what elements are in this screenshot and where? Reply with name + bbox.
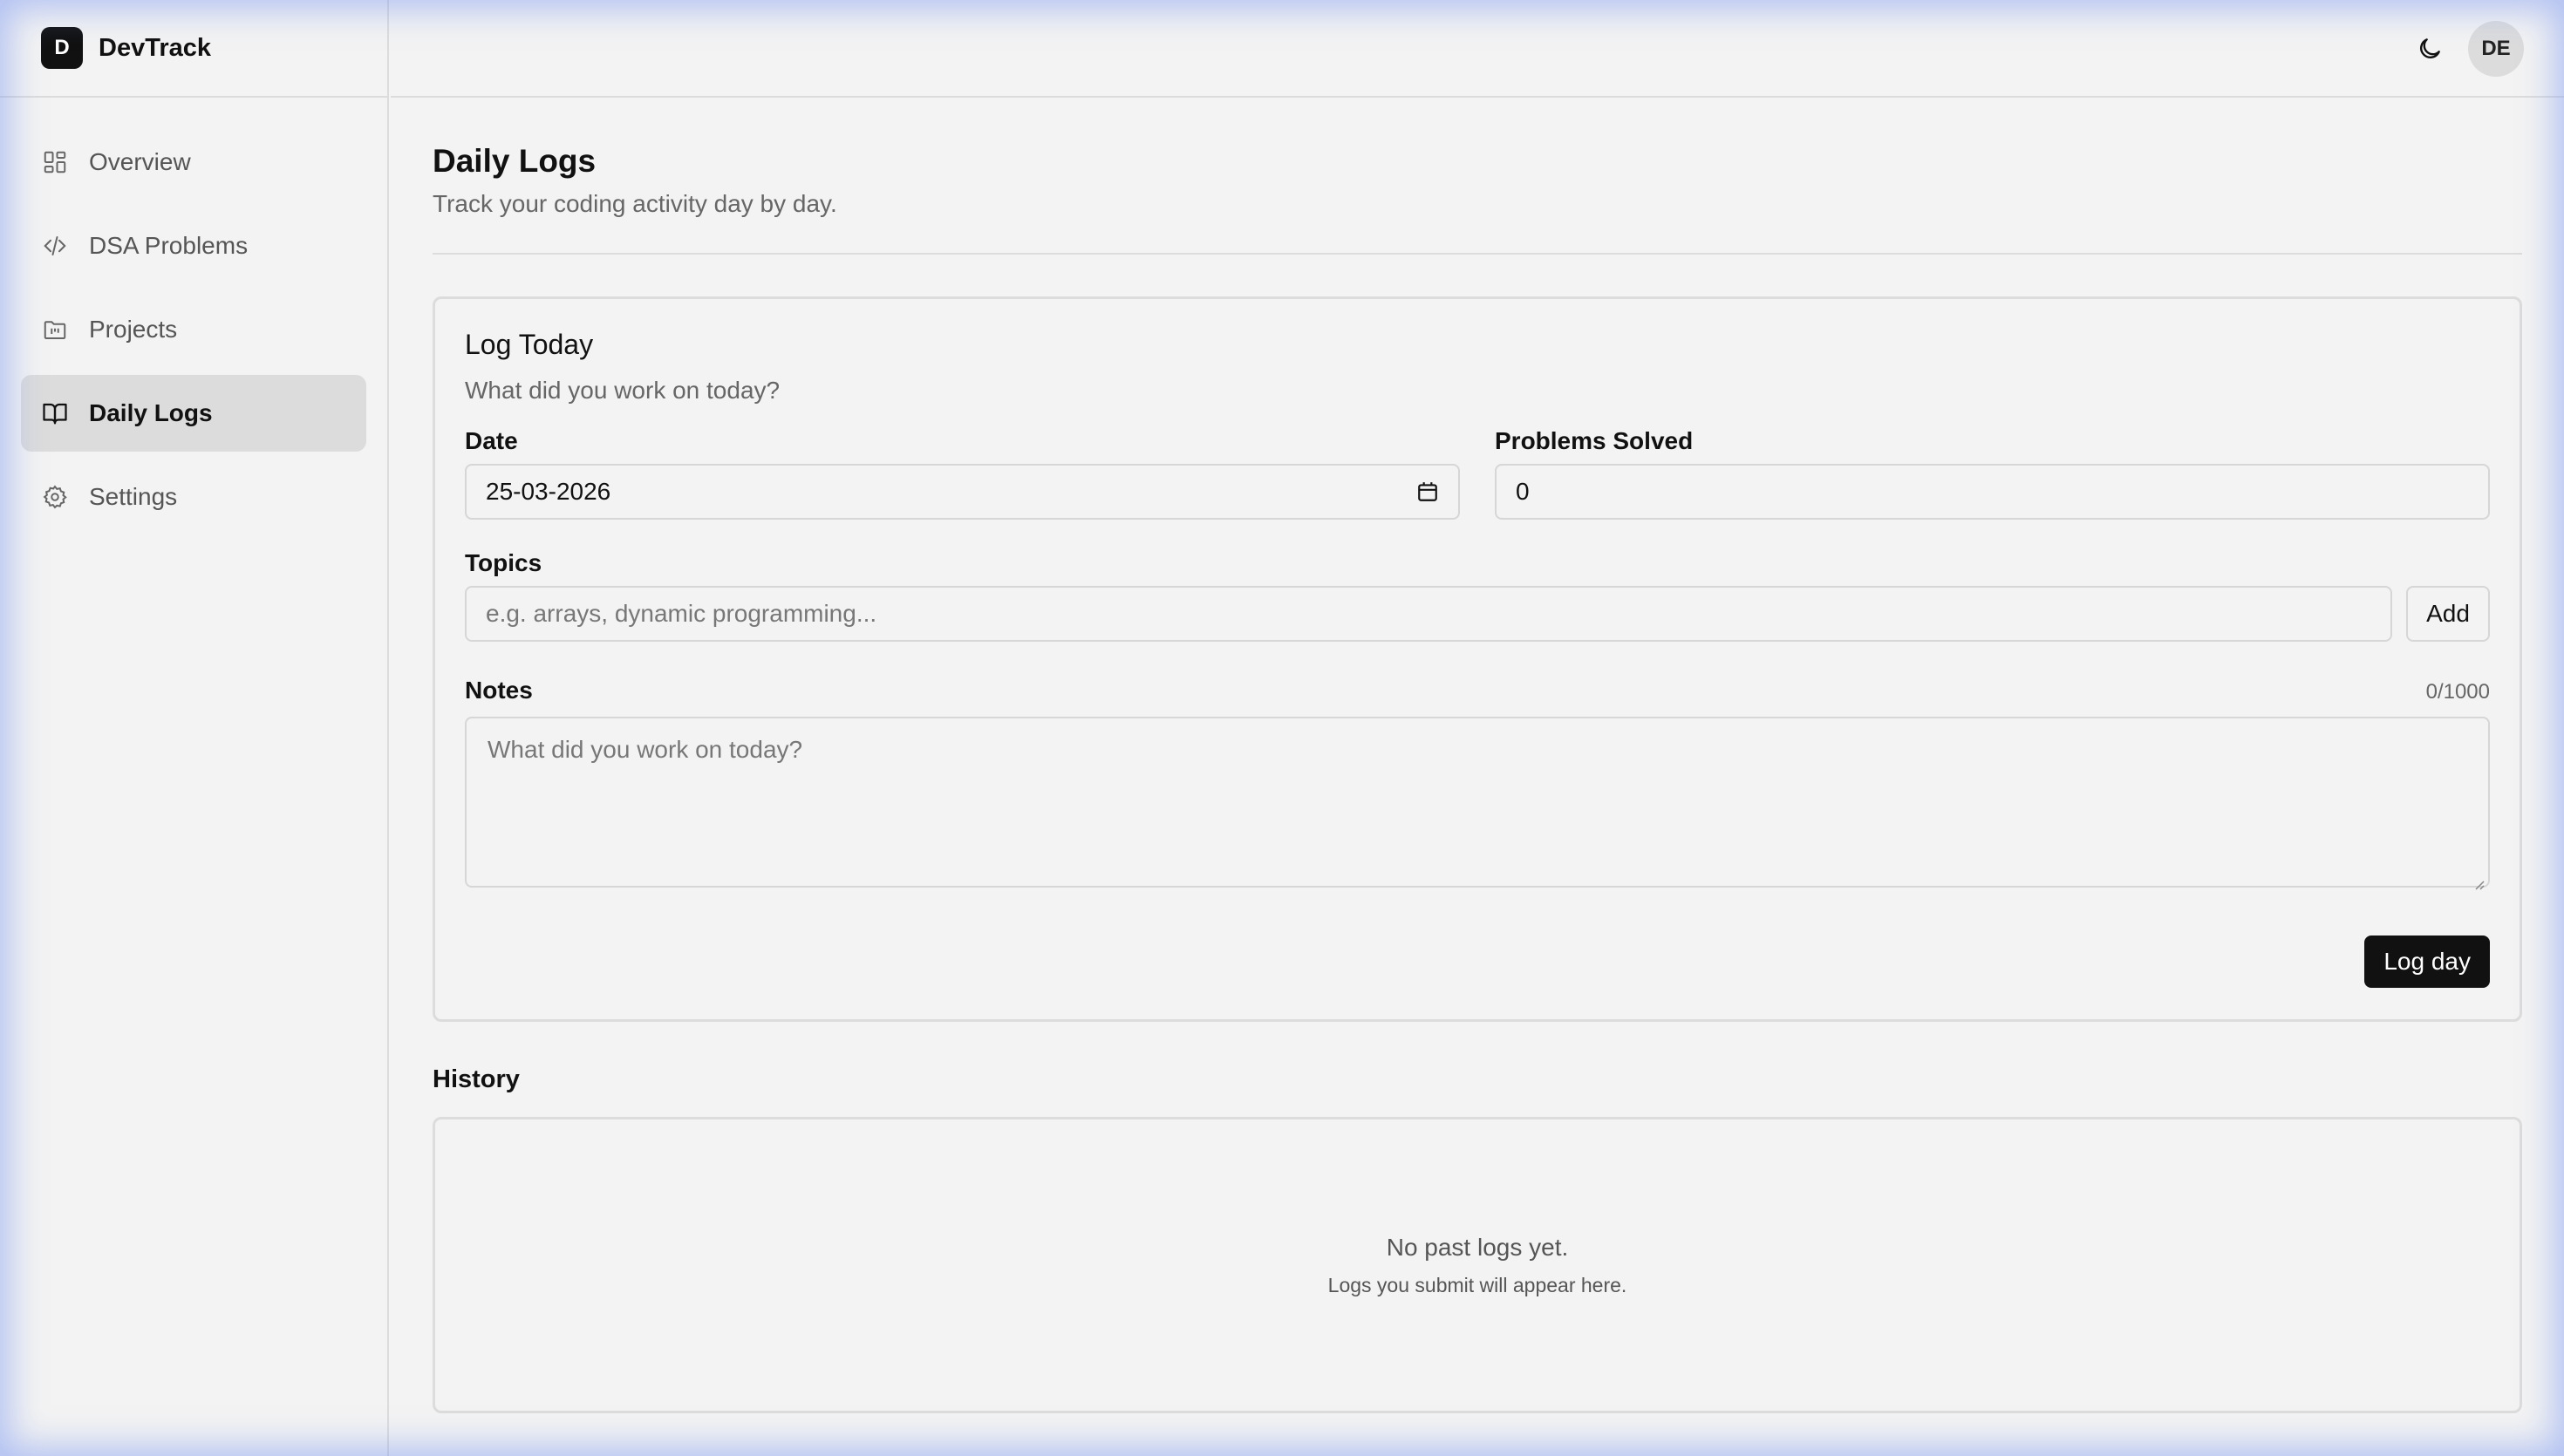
- sidebar-item-label: DSA Problems: [89, 232, 249, 259]
- brand[interactable]: D DevTrack: [0, 0, 387, 98]
- moon-icon: [2416, 35, 2444, 63]
- brand-logo: D: [41, 27, 83, 69]
- sidebar-item-dsa-problems[interactable]: DSA Problems: [21, 208, 366, 284]
- problems-solved-input[interactable]: 0: [1495, 464, 2490, 520]
- notes-field-group: Notes 0/1000 What did you work on today?: [465, 677, 2490, 890]
- history-empty-state: No past logs yet. Logs you submit will a…: [433, 1117, 2522, 1413]
- avatar[interactable]: DE: [2468, 21, 2524, 77]
- brand-name: DevTrack: [99, 33, 211, 62]
- log-day-button[interactable]: Log day: [2364, 936, 2490, 988]
- folder-kanban-icon: [42, 316, 68, 343]
- dashboard-icon: [42, 149, 68, 175]
- notes-placeholder: What did you work on today?: [488, 736, 803, 763]
- main-content: Daily Logs Track your coding activity da…: [433, 98, 2522, 1413]
- date-label: Date: [465, 427, 518, 454]
- add-topic-button[interactable]: Add: [2406, 586, 2490, 642]
- notes-label-row: Notes 0/1000: [465, 677, 2490, 704]
- topbar: DE: [391, 0, 2564, 98]
- problems-field-group: Problems Solved 0: [1495, 427, 2490, 520]
- topics-label: Topics: [465, 549, 542, 576]
- resize-handle-icon[interactable]: [2471, 868, 2485, 890]
- problems-solved-label: Problems Solved: [1495, 427, 1694, 454]
- topics-field-group: Topics e.g. arrays, dynamic programming.…: [465, 549, 2490, 642]
- sidebar-item-label: Overview: [89, 148, 191, 175]
- book-open-icon: [42, 400, 68, 426]
- calendar-icon[interactable]: [1416, 480, 1439, 503]
- topics-input[interactable]: e.g. arrays, dynamic programming...: [465, 586, 2392, 642]
- sidebar-item-label: Daily Logs: [89, 399, 213, 426]
- sidebar-item-daily-logs[interactable]: Daily Logs: [21, 375, 366, 452]
- theme-toggle-button[interactable]: [2411, 30, 2449, 68]
- sidebar-nav: Overview DSA Problems Projects Daily Log…: [0, 98, 387, 535]
- date-value: 25-03-2026: [486, 478, 611, 505]
- date-input[interactable]: 25-03-2026: [465, 464, 1460, 520]
- empty-state-title: No past logs yet.: [1386, 1233, 1569, 1261]
- code-icon: [42, 233, 68, 259]
- date-field-group: Date 25-03-2026: [465, 427, 1460, 520]
- page-title: Daily Logs: [433, 143, 597, 179]
- topics-row: e.g. arrays, dynamic programming... Add: [465, 586, 2490, 642]
- page-subtitle: Track your coding activity day by day.: [433, 190, 837, 217]
- card-title: Log Today: [465, 329, 594, 360]
- log-today-card: Log Today What did you work on today? Da…: [433, 296, 2522, 1022]
- sidebar: D DevTrack Overview DSA Problems Project…: [0, 0, 389, 1456]
- sidebar-item-settings[interactable]: Settings: [21, 459, 366, 535]
- history-title: History: [433, 1065, 520, 1093]
- date-problems-row: Date 25-03-2026 Problems Solved 0: [465, 427, 2490, 520]
- card-subtitle: What did you work on today?: [465, 377, 781, 404]
- notes-textarea[interactable]: What did you work on today?: [465, 717, 2490, 890]
- sidebar-item-label: Projects: [89, 316, 178, 343]
- notes-label: Notes: [465, 677, 533, 704]
- gear-icon: [42, 484, 68, 510]
- empty-state-subtitle: Logs you submit will appear here.: [1327, 1273, 1627, 1296]
- sidebar-item-projects[interactable]: Projects: [21, 291, 366, 368]
- notes-char-counter: 0/1000: [2425, 680, 2490, 704]
- divider: [433, 253, 2522, 255]
- sidebar-item-label: Settings: [89, 483, 178, 510]
- sidebar-item-overview[interactable]: Overview: [21, 124, 366, 201]
